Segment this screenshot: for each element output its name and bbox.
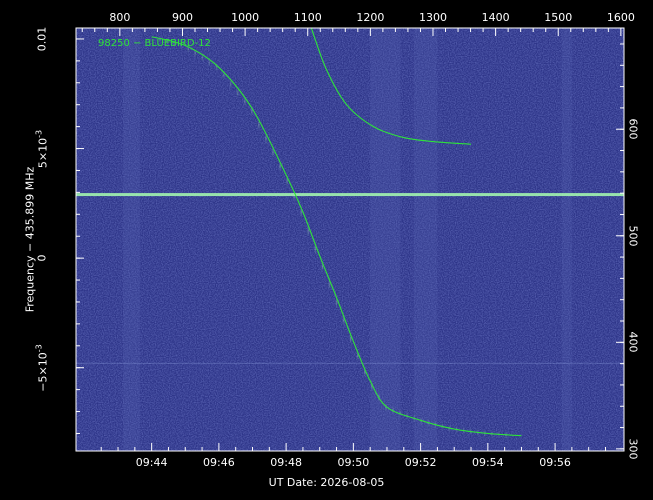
series-label: 98250 − BLUEBIRD-12 bbox=[98, 38, 211, 49]
spectrogram-chart bbox=[75, 27, 625, 452]
plot-noise bbox=[76, 28, 624, 451]
y-right-tick-label-text: 500 bbox=[626, 225, 640, 247]
y-right-tick-label: 500 bbox=[627, 225, 640, 246]
y-tick-label-text: 0.01 bbox=[35, 26, 49, 52]
y-tick-label-text: −5×10 bbox=[36, 351, 50, 392]
x-axis-label: UT Date: 2026-08-05 bbox=[268, 476, 385, 489]
noise-band bbox=[370, 28, 401, 451]
y-tick-label: 0 bbox=[36, 255, 49, 262]
x-tick-label: 09:54 bbox=[471, 456, 504, 469]
y-right-tick-label: 400 bbox=[627, 332, 640, 353]
noise-band bbox=[561, 28, 572, 451]
x-tick-label: 09:48 bbox=[270, 456, 302, 469]
y-right-tick-label: 600 bbox=[627, 119, 640, 140]
y-right-tick-label-text: 600 bbox=[626, 118, 640, 140]
x-top-tick-label: 1000 bbox=[231, 11, 260, 24]
x-top-tick-label: 1200 bbox=[356, 11, 385, 24]
noise-band bbox=[413, 28, 438, 451]
y-tick-label-exponent: -3 bbox=[34, 129, 44, 138]
x-top-tick-label: 900 bbox=[171, 11, 193, 24]
x-tick-label: 09:44 bbox=[135, 456, 168, 469]
y-right-tick-label-text: 400 bbox=[626, 331, 640, 353]
y-tick-label: 5×10-3 bbox=[35, 129, 50, 167]
interference-line bbox=[76, 193, 624, 197]
y-tick-label-text: 5×10 bbox=[36, 137, 50, 168]
y-right-tick-label-text: 300 bbox=[626, 438, 640, 460]
x-tick-label: 09:50 bbox=[337, 456, 370, 469]
y-axis-label: Frequency − 435.899 MHz bbox=[23, 166, 37, 313]
x-top-tick-label: 1500 bbox=[544, 11, 573, 24]
y-tick-label-exponent: -3 bbox=[34, 343, 44, 352]
x-top-tick-label: 800 bbox=[109, 11, 131, 24]
y-tick-label: 0.01 bbox=[36, 27, 49, 52]
x-tick-label: 09:56 bbox=[539, 456, 571, 469]
noise-band bbox=[123, 28, 140, 451]
y-tick-label: −5×10-3 bbox=[35, 344, 50, 391]
faint-interference-line bbox=[76, 362, 624, 364]
x-top-tick-label: 1300 bbox=[418, 11, 447, 24]
doppler-streak bbox=[215, 62, 218, 72]
x-tick-label: 09:46 bbox=[203, 456, 235, 469]
x-top-tick-label: 1400 bbox=[481, 11, 510, 24]
x-top-tick-label: 1600 bbox=[606, 11, 635, 24]
y-right-tick-label: 300 bbox=[627, 438, 640, 459]
x-top-tick-label: 1100 bbox=[293, 11, 322, 24]
x-tick-label: 09:52 bbox=[404, 456, 437, 469]
y-tick-label-text: 0 bbox=[35, 254, 49, 262]
